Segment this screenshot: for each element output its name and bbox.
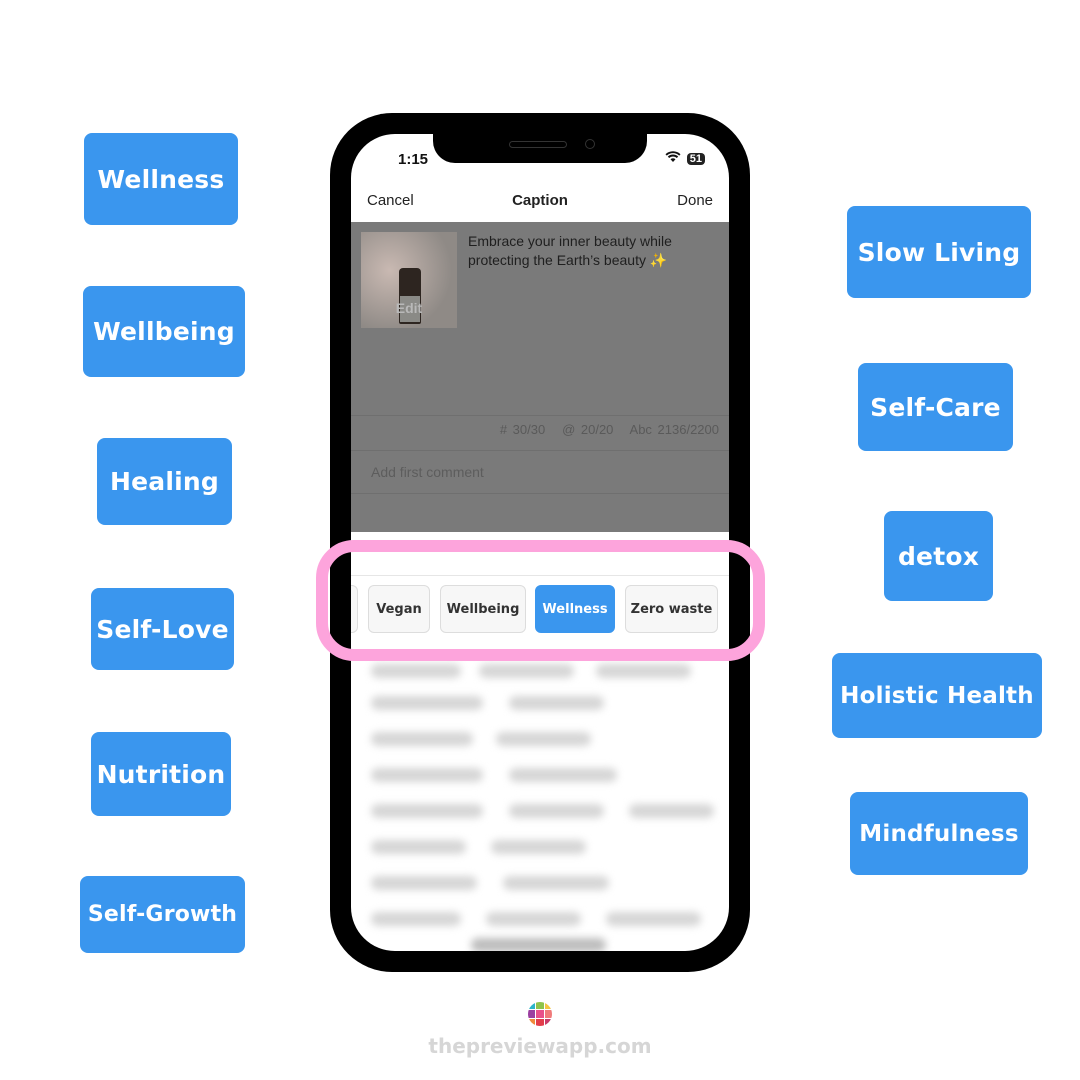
blurred-hashtag	[509, 696, 604, 710]
highlight-frame	[316, 540, 765, 661]
blurred-hashtag	[371, 732, 473, 746]
tag-holistic-health: Holistic Health	[832, 653, 1042, 738]
nav-bar: Cancel Caption Done	[351, 192, 729, 222]
blurred-hashtag	[371, 696, 483, 710]
tag-wellness: Wellness	[84, 133, 238, 225]
tag-detox: detox	[884, 511, 993, 601]
logo-cell	[544, 1010, 552, 1018]
battery-icon: 51	[686, 152, 705, 165]
divider	[351, 450, 729, 451]
divider	[351, 493, 729, 494]
blurred-hashtag	[596, 664, 691, 678]
tag-mindfulness: Mindfulness	[850, 792, 1028, 875]
blurred-hashtag	[371, 876, 477, 890]
character-count: Abc 2136/2200	[629, 422, 719, 437]
blurred-hashtag	[629, 804, 714, 818]
first-comment-input[interactable]: Add first comment	[371, 464, 484, 480]
tag-self-love: Self-Love	[91, 588, 234, 670]
blurred-hashtag	[371, 804, 483, 818]
tag-wellbeing: Wellbeing	[83, 286, 245, 377]
notch	[433, 134, 647, 163]
status-time: 1:15	[398, 151, 429, 168]
blurred-hashtag	[371, 664, 461, 678]
counters: # 30/30 @ 20/20 Abc 2136/2200	[500, 422, 719, 437]
logo-cell	[544, 1002, 552, 1010]
logo-cell	[544, 1018, 552, 1026]
blurred-hashtag	[371, 840, 466, 854]
dimmed-caption-area: Edit Embrace your inner beauty while pro…	[351, 222, 729, 532]
post-thumbnail[interactable]: Edit	[361, 232, 457, 328]
preview-app-logo	[528, 1002, 552, 1026]
logo-cell	[528, 1018, 536, 1026]
blurred-hashtag	[479, 664, 574, 678]
blurred-hashtag	[509, 768, 617, 782]
tag-nutrition: Nutrition	[91, 732, 231, 816]
tag-healing: Healing	[97, 438, 232, 525]
logo-cell	[528, 1010, 536, 1018]
logo-cell	[536, 1010, 544, 1018]
blurred-hashtag	[606, 912, 701, 926]
wifi-icon	[665, 151, 681, 166]
camera	[585, 139, 595, 149]
caption-text[interactable]: Embrace your inner beauty while protecti…	[468, 232, 718, 270]
blurred-hashtag	[371, 912, 461, 926]
blurred-hashtag	[471, 938, 606, 951]
speaker	[509, 141, 567, 148]
tag-self-care: Self-Care	[858, 363, 1013, 451]
tag-slow-living: Slow Living	[847, 206, 1031, 298]
footer-site: thepreviewapp.com	[428, 1034, 652, 1058]
logo-cell	[536, 1018, 544, 1026]
cancel-button[interactable]: Cancel	[367, 192, 414, 209]
tag-self-growth: Self-Growth	[80, 876, 245, 953]
blurred-hashtag	[496, 732, 591, 746]
blurred-hashtag	[503, 876, 609, 890]
done-button[interactable]: Done	[677, 192, 713, 209]
hashtag-count: # 30/30	[499, 422, 546, 437]
divider	[351, 415, 729, 416]
edit-label: Edit	[395, 300, 423, 316]
mention-count: @ 20/20	[562, 422, 614, 437]
blurred-hashtag	[486, 912, 581, 926]
status-icons: 51	[665, 151, 705, 166]
logo-cell	[528, 1002, 536, 1010]
blurred-hashtag	[371, 768, 483, 782]
logo-cell	[536, 1002, 544, 1010]
blurred-hashtag	[491, 840, 586, 854]
blurred-hashtag	[509, 804, 604, 818]
